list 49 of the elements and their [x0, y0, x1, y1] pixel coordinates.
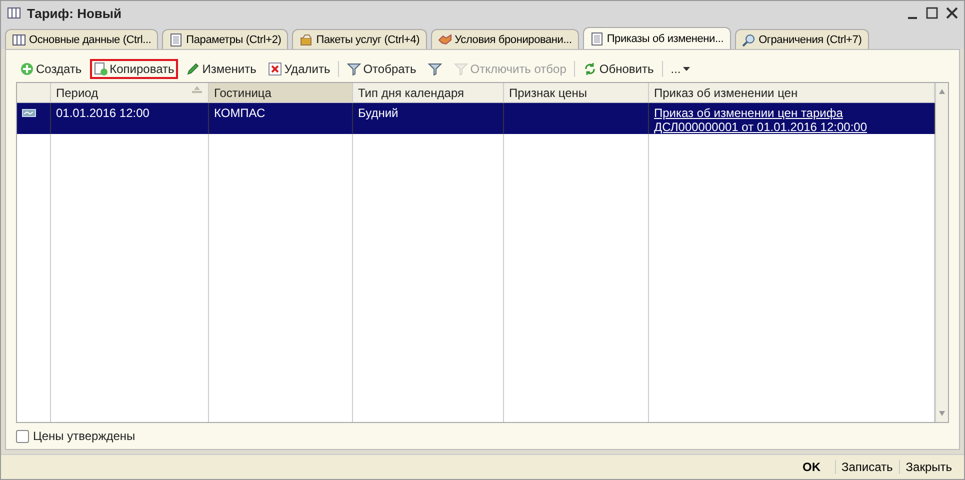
filter-icon	[428, 62, 442, 76]
column-header[interactable]: Приказ об изменении цен	[649, 83, 935, 103]
toolbar-button[interactable]: Удалить	[264, 59, 334, 79]
filter-icon	[347, 62, 362, 76]
header-corner	[17, 83, 51, 103]
checkbox-label: Цены утверждены	[33, 429, 136, 443]
checkbox[interactable]	[16, 430, 29, 442]
add-icon	[20, 62, 34, 76]
record-icon	[22, 109, 36, 117]
footer-button[interactable]: Записать	[834, 460, 899, 474]
tab[interactable]: Пакеты услуг (Ctrl+4)	[292, 29, 427, 49]
document-icon	[590, 32, 604, 46]
footer-button[interactable]: Закрыть	[898, 460, 958, 474]
toolbar-button[interactable]: Обновить	[579, 59, 658, 79]
document-icon	[169, 32, 184, 46]
pencil-icon	[186, 62, 200, 76]
refresh-icon	[583, 62, 598, 76]
tab[interactable]: Параметры (Ctrl+2)	[162, 29, 288, 49]
copy-icon	[94, 62, 108, 76]
caret-icon	[682, 66, 690, 72]
column-header[interactable]: Гостиница	[209, 83, 353, 103]
tab[interactable]: Условия бронировани...	[430, 29, 579, 49]
maximize-icon[interactable]	[926, 7, 938, 19]
package-icon	[299, 32, 314, 46]
window-title: Тариф: Новый	[27, 6, 123, 20]
more-menu-button[interactable]: ...	[666, 59, 694, 79]
tab[interactable]: Приказы об изменени...	[582, 27, 731, 49]
column-header[interactable]: Признак цены	[504, 83, 649, 103]
filter-icon	[454, 62, 468, 76]
sort-icon	[191, 86, 203, 94]
column-header[interactable]: Тип дня календаря	[353, 83, 504, 103]
close-icon[interactable]	[946, 7, 958, 19]
tab[interactable]: Ограничения (Ctrl+7)	[734, 29, 869, 49]
table-cell: КОМПАС	[209, 103, 353, 134]
handshake-icon	[438, 32, 452, 46]
toolbar-button[interactable]: Отобрать	[343, 59, 420, 79]
column-header[interactable]: Период	[51, 83, 209, 103]
table-cell: 01.01.2016 12:00	[51, 103, 209, 134]
magnifier-icon	[742, 32, 756, 46]
row-marker[interactable]	[17, 103, 51, 134]
grid-icon	[7, 6, 21, 20]
toolbar-button[interactable]: Копировать	[90, 59, 178, 79]
toolbar-button[interactable]: Создать	[16, 59, 86, 79]
toolbar-button[interactable]: Изменить	[182, 59, 260, 79]
delete-icon	[268, 62, 282, 76]
grid-icon	[12, 32, 26, 46]
tab[interactable]: Основные данные (Ctrl...	[5, 29, 158, 49]
footer-button[interactable]: OK	[788, 460, 834, 474]
table-cell: Будний	[353, 103, 504, 134]
